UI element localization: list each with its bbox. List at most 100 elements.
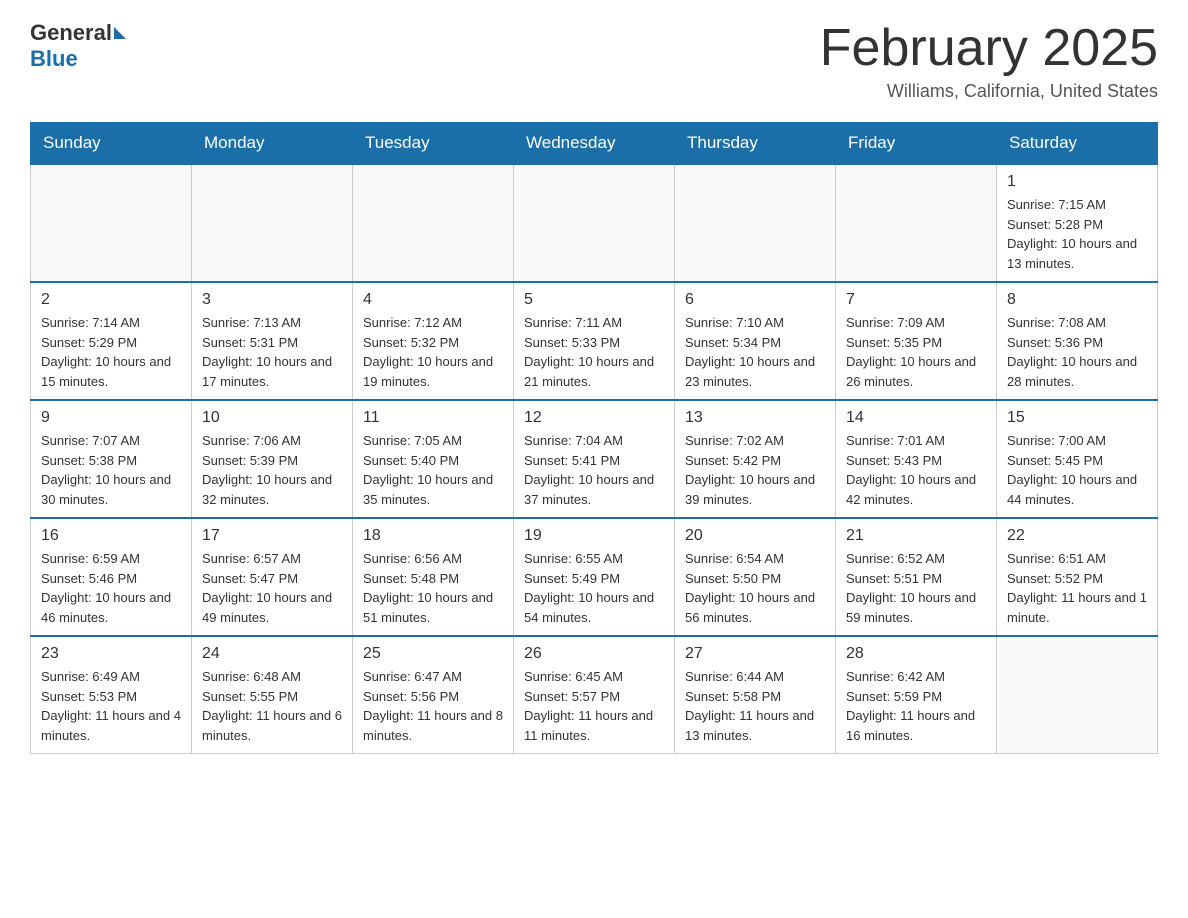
day-info: Sunrise: 7:08 AMSunset: 5:36 PMDaylight:… <box>1007 313 1147 391</box>
day-number: 12 <box>524 409 664 427</box>
weekday-header-monday: Monday <box>192 123 353 165</box>
calendar-cell <box>514 164 675 282</box>
calendar-cell: 17 Sunrise: 6:57 AMSunset: 5:47 PMDayligh… <box>192 518 353 636</box>
calendar-cell <box>997 636 1158 754</box>
calendar-cell: 21 Sunrise: 6:52 AMSunset: 5:51 PMDayligh… <box>836 518 997 636</box>
day-info: Sunrise: 6:56 AMSunset: 5:48 PMDaylight:… <box>363 549 503 627</box>
calendar-cell: 13 Sunrise: 7:02 AMSunset: 5:42 PMDayligh… <box>675 400 836 518</box>
day-info: Sunrise: 6:52 AMSunset: 5:51 PMDaylight:… <box>846 549 986 627</box>
day-number: 28 <box>846 645 986 663</box>
calendar-week-row: 16 Sunrise: 6:59 AMSunset: 5:46 PMDayligh… <box>31 518 1158 636</box>
logo-blue-text: Blue <box>30 46 78 72</box>
day-number: 18 <box>363 527 503 545</box>
day-number: 21 <box>846 527 986 545</box>
weekday-header-saturday: Saturday <box>997 123 1158 165</box>
location-subtitle: Williams, California, United States <box>820 81 1158 102</box>
calendar-cell: 27Sunrise: 6:44 AMSunset: 5:58 PMDayligh… <box>675 636 836 754</box>
day-info: Sunrise: 6:47 AMSunset: 5:56 PMDaylight:… <box>363 667 503 745</box>
day-number: 5 <box>524 291 664 309</box>
logo-general-text: General <box>30 20 112 46</box>
calendar-cell <box>31 164 192 282</box>
day-info: Sunrise: 7:15 AMSunset: 5:28 PMDaylight:… <box>1007 195 1147 273</box>
calendar-cell: 9Sunrise: 7:07 AMSunset: 5:38 PMDaylight… <box>31 400 192 518</box>
calendar-cell: 19 Sunrise: 6:55 AMSunset: 5:49 PMDayligh… <box>514 518 675 636</box>
calendar-cell: 18 Sunrise: 6:56 AMSunset: 5:48 PMDayligh… <box>353 518 514 636</box>
calendar-cell: 14 Sunrise: 7:01 AMSunset: 5:43 PMDayligh… <box>836 400 997 518</box>
day-number: 24 <box>202 645 342 663</box>
day-number: 16 <box>41 527 181 545</box>
day-number: 6 <box>685 291 825 309</box>
title-section: February 2025 Williams, California, Unit… <box>820 20 1158 102</box>
day-info: Sunrise: 7:05 AMSunset: 5:40 PMDaylight:… <box>363 431 503 509</box>
day-number: 23 <box>41 645 181 663</box>
day-info: Sunrise: 6:54 AMSunset: 5:50 PMDaylight:… <box>685 549 825 627</box>
day-number: 9 <box>41 409 181 427</box>
calendar-week-row: 2 Sunrise: 7:14 AMSunset: 5:29 PMDaylight… <box>31 282 1158 400</box>
calendar-cell: 10Sunrise: 7:06 AMSunset: 5:39 PMDayligh… <box>192 400 353 518</box>
calendar-cell: 26 Sunrise: 6:45 AMSunset: 5:57 PMDayligh… <box>514 636 675 754</box>
day-info: Sunrise: 7:13 AMSunset: 5:31 PMDaylight:… <box>202 313 342 391</box>
calendar-week-row: 1 Sunrise: 7:15 AMSunset: 5:28 PMDaylight… <box>31 164 1158 282</box>
day-number: 7 <box>846 291 986 309</box>
calendar-table: SundayMondayTuesdayWednesdayThursdayFrid… <box>30 122 1158 754</box>
calendar-cell: 7 Sunrise: 7:09 AMSunset: 5:35 PMDaylight… <box>836 282 997 400</box>
day-info: Sunrise: 6:42 AMSunset: 5:59 PMDaylight:… <box>846 667 986 745</box>
day-info: Sunrise: 7:10 AMSunset: 5:34 PMDaylight:… <box>685 313 825 391</box>
day-info: Sunrise: 6:55 AMSunset: 5:49 PMDaylight:… <box>524 549 664 627</box>
day-info: Sunrise: 6:44 AMSunset: 5:58 PMDaylight:… <box>685 667 825 745</box>
day-info: Sunrise: 6:45 AMSunset: 5:57 PMDaylight:… <box>524 667 664 745</box>
day-number: 10 <box>202 409 342 427</box>
calendar-cell: 15 Sunrise: 7:00 AMSunset: 5:45 PMDayligh… <box>997 400 1158 518</box>
calendar-cell <box>836 164 997 282</box>
calendar-cell: 23 Sunrise: 6:49 AMSunset: 5:53 PMDayligh… <box>31 636 192 754</box>
calendar-cell: 25 Sunrise: 6:47 AMSunset: 5:56 PMDayligh… <box>353 636 514 754</box>
day-info: Sunrise: 7:09 AMSunset: 5:35 PMDaylight:… <box>846 313 986 391</box>
weekday-header-thursday: Thursday <box>675 123 836 165</box>
day-number: 19 <box>524 527 664 545</box>
calendar-cell <box>192 164 353 282</box>
calendar-cell: 22 Sunrise: 6:51 AMSunset: 5:52 PMDayligh… <box>997 518 1158 636</box>
day-number: 15 <box>1007 409 1147 427</box>
day-info: Sunrise: 6:59 AMSunset: 5:46 PMDaylight:… <box>41 549 181 627</box>
day-info: Sunrise: 7:04 AMSunset: 5:41 PMDaylight:… <box>524 431 664 509</box>
calendar-cell: 4Sunrise: 7:12 AMSunset: 5:32 PMDaylight… <box>353 282 514 400</box>
day-info: Sunrise: 7:02 AMSunset: 5:42 PMDaylight:… <box>685 431 825 509</box>
day-info: Sunrise: 7:00 AMSunset: 5:45 PMDaylight:… <box>1007 431 1147 509</box>
calendar-cell: 11 Sunrise: 7:05 AMSunset: 5:40 PMDayligh… <box>353 400 514 518</box>
day-number: 20 <box>685 527 825 545</box>
calendar-cell: 12 Sunrise: 7:04 AMSunset: 5:41 PMDayligh… <box>514 400 675 518</box>
day-number: 1 <box>1007 173 1147 191</box>
day-number: 17 <box>202 527 342 545</box>
calendar-cell: 8 Sunrise: 7:08 AMSunset: 5:36 PMDaylight… <box>997 282 1158 400</box>
calendar-cell <box>353 164 514 282</box>
calendar-cell: 5 Sunrise: 7:11 AMSunset: 5:33 PMDaylight… <box>514 282 675 400</box>
day-number: 2 <box>41 291 181 309</box>
calendar-cell: 28 Sunrise: 6:42 AMSunset: 5:59 PMDayligh… <box>836 636 997 754</box>
calendar-week-row: 9Sunrise: 7:07 AMSunset: 5:38 PMDaylight… <box>31 400 1158 518</box>
day-info: Sunrise: 6:51 AMSunset: 5:52 PMDaylight:… <box>1007 549 1147 627</box>
day-info: Sunrise: 7:14 AMSunset: 5:29 PMDaylight:… <box>41 313 181 391</box>
calendar-cell: 1 Sunrise: 7:15 AMSunset: 5:28 PMDaylight… <box>997 164 1158 282</box>
day-number: 8 <box>1007 291 1147 309</box>
calendar-week-row: 23 Sunrise: 6:49 AMSunset: 5:53 PMDayligh… <box>31 636 1158 754</box>
day-info: Sunrise: 7:01 AMSunset: 5:43 PMDaylight:… <box>846 431 986 509</box>
calendar-cell: 3Sunrise: 7:13 AMSunset: 5:31 PMDaylight… <box>192 282 353 400</box>
day-number: 14 <box>846 409 986 427</box>
day-number: 22 <box>1007 527 1147 545</box>
calendar-cell: 24 Sunrise: 6:48 AMSunset: 5:55 PMDayligh… <box>192 636 353 754</box>
day-info: Sunrise: 6:57 AMSunset: 5:47 PMDaylight:… <box>202 549 342 627</box>
calendar-cell: 16 Sunrise: 6:59 AMSunset: 5:46 PMDayligh… <box>31 518 192 636</box>
day-number: 13 <box>685 409 825 427</box>
calendar-cell: 20 Sunrise: 6:54 AMSunset: 5:50 PMDayligh… <box>675 518 836 636</box>
calendar-cell: 2 Sunrise: 7:14 AMSunset: 5:29 PMDaylight… <box>31 282 192 400</box>
day-number: 26 <box>524 645 664 663</box>
logo: General Blue <box>30 20 128 72</box>
day-number: 11 <box>363 409 503 427</box>
day-info: Sunrise: 7:11 AMSunset: 5:33 PMDaylight:… <box>524 313 664 391</box>
day-number: 25 <box>363 645 503 663</box>
calendar-cell: 6 Sunrise: 7:10 AMSunset: 5:34 PMDaylight… <box>675 282 836 400</box>
weekday-header-wednesday: Wednesday <box>514 123 675 165</box>
day-info: Sunrise: 6:48 AMSunset: 5:55 PMDaylight:… <box>202 667 342 745</box>
weekday-header-friday: Friday <box>836 123 997 165</box>
day-info: Sunrise: 6:49 AMSunset: 5:53 PMDaylight:… <box>41 667 181 745</box>
